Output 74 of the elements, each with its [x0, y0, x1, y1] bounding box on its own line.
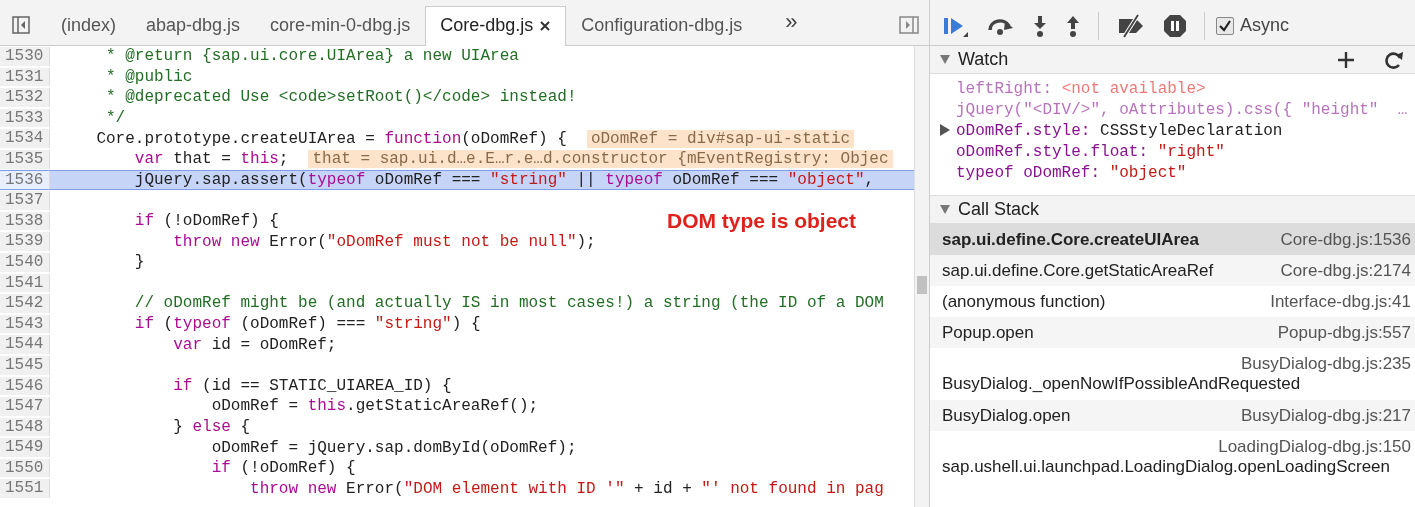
- line-number: 1535: [0, 149, 50, 169]
- line-number: 1543: [0, 314, 50, 334]
- expand-triangle-icon[interactable]: [940, 55, 950, 64]
- call-stack-frame[interactable]: sap.ui.define.Core.createUIArea Core-dbg.js:1536: [930, 224, 1415, 255]
- inline-value: oDomRef = div#sap-ui-static: [586, 129, 855, 148]
- call-stack-frame[interactable]: sap.ui.define.Core.getStaticAreaRef Core-dbg.js:2174: [930, 255, 1415, 286]
- watch-expression: oDomRef.style.float: "right": [956, 142, 1225, 161]
- inline-value: that = sap.ui.d…e.E…r.e…d.constructor {mEventRegistry: Objec: [308, 150, 893, 169]
- code-line: Core.prototype.createUIArea = function(oDomRef) {: [95, 129, 567, 148]
- refresh-icon[interactable]: [1385, 49, 1403, 70]
- file-tab[interactable]: Core-dbg.js: [425, 6, 567, 46]
- expand-triangle-icon[interactable]: [940, 124, 950, 136]
- line-number: 1536: [0, 170, 50, 190]
- step-into-icon[interactable]: [1032, 14, 1048, 37]
- line-number: 1531: [0, 67, 50, 87]
- call-stack-frame[interactable]: BusyDialog.open BusyDialog-dbg.js:217: [930, 400, 1415, 431]
- file-tab[interactable]: abap-dbg.js: [131, 6, 256, 45]
- line-number: 1537: [0, 191, 50, 210]
- async-label[interactable]: Async: [1240, 15, 1290, 36]
- code-line: * @public: [105, 67, 193, 86]
- add-icon[interactable]: [1337, 50, 1355, 69]
- file-tab[interactable]: (index): [46, 6, 132, 45]
- call-stack-frame[interactable]: Popup.open Popup-dbg.js:557: [930, 317, 1415, 348]
- navigator-toggle-icon[interactable]: [12, 16, 30, 34]
- line-number: 1546: [0, 376, 50, 396]
- line-number: 1534: [0, 129, 50, 148]
- code-line: }: [133, 253, 145, 272]
- line-number: 1545: [0, 355, 50, 375]
- async-checkbox[interactable]: [1216, 16, 1234, 35]
- pause-icon[interactable]: [1163, 13, 1187, 38]
- line-number: 1542: [0, 294, 50, 313]
- watch-expression: leftRight: <not available>: [956, 79, 1206, 98]
- code-line: oDomRef = this.getStaticAreaRef();: [210, 397, 539, 416]
- code-line: * @deprecated Use <code>setRoot()</code> instead!: [105, 88, 577, 107]
- line-number: 1540: [0, 252, 50, 272]
- annotation-text: DOM type is object: [667, 209, 857, 233]
- code-line: jQuery.sap.assert(typeof oDomRef === "string" || typeof oDomRef === "object",: [133, 170, 875, 189]
- close-icon[interactable]: [539, 19, 552, 32]
- code-line: */: [105, 109, 126, 128]
- file-tab[interactable]: core-min-0-dbg.js: [255, 6, 426, 45]
- deactivate-breakpoints-icon[interactable]: [1116, 13, 1146, 38]
- code-line: } else {: [172, 418, 251, 436]
- line-number: 1541: [0, 273, 50, 293]
- more-tabs-button[interactable]: »: [785, 9, 798, 35]
- code-line: // oDomRef might be (and actually IS in most cases!) a string (the ID of a DOM: [133, 294, 884, 313]
- code-line: throw new Error("DOM element with ID '" + id + "' not found in pag: [249, 479, 884, 498]
- code-line: if (id == STATIC_UIAREA_ID) {: [172, 376, 452, 395]
- watch-expression: oDomRef.style: CSSStyleDeclaration: [956, 121, 1283, 140]
- line-number: 1549: [0, 438, 50, 457]
- line-number: 1551: [0, 479, 50, 499]
- line-number: 1530: [0, 47, 50, 66]
- line-number: 1533: [0, 108, 50, 128]
- code-line: if (!oDomRef) {: [210, 459, 356, 478]
- line-number: 1532: [0, 88, 50, 107]
- expand-triangle-icon[interactable]: [940, 205, 950, 214]
- code-line: * @return {sap.ui.core.UIArea} a new UIArea: [105, 47, 519, 66]
- step-out-icon[interactable]: [1065, 14, 1081, 37]
- line-number: 1544: [0, 335, 50, 354]
- line-number: 1548: [0, 417, 50, 437]
- code-line: oDomRef = jQuery.sap.domById(oDomRef);: [210, 438, 577, 457]
- file-tab[interactable]: Configuration-dbg.js: [566, 6, 758, 45]
- scrollbar[interactable]: [914, 46, 929, 507]
- code-line: if (!oDomRef) {: [133, 212, 279, 231]
- line-number: 1547: [0, 397, 50, 416]
- watch-expression: typeof oDomRef: "object": [956, 163, 1187, 182]
- sidebar-toggle-icon[interactable]: [899, 16, 919, 34]
- line-number: 1538: [0, 211, 50, 231]
- watch-expression: jQuery("<DIV/>", oAttributes).css({ "height" …: [956, 100, 1409, 119]
- line-number: 1539: [0, 232, 50, 251]
- code-line: var that = this;: [133, 150, 289, 169]
- code-line: throw new Error("oDomRef must not be null");: [172, 232, 596, 251]
- code-line: if (typeof (oDomRef) === "string") {: [133, 315, 481, 333]
- code-line: var id = oDomRef;: [172, 335, 337, 354]
- line-number: 1550: [0, 458, 50, 478]
